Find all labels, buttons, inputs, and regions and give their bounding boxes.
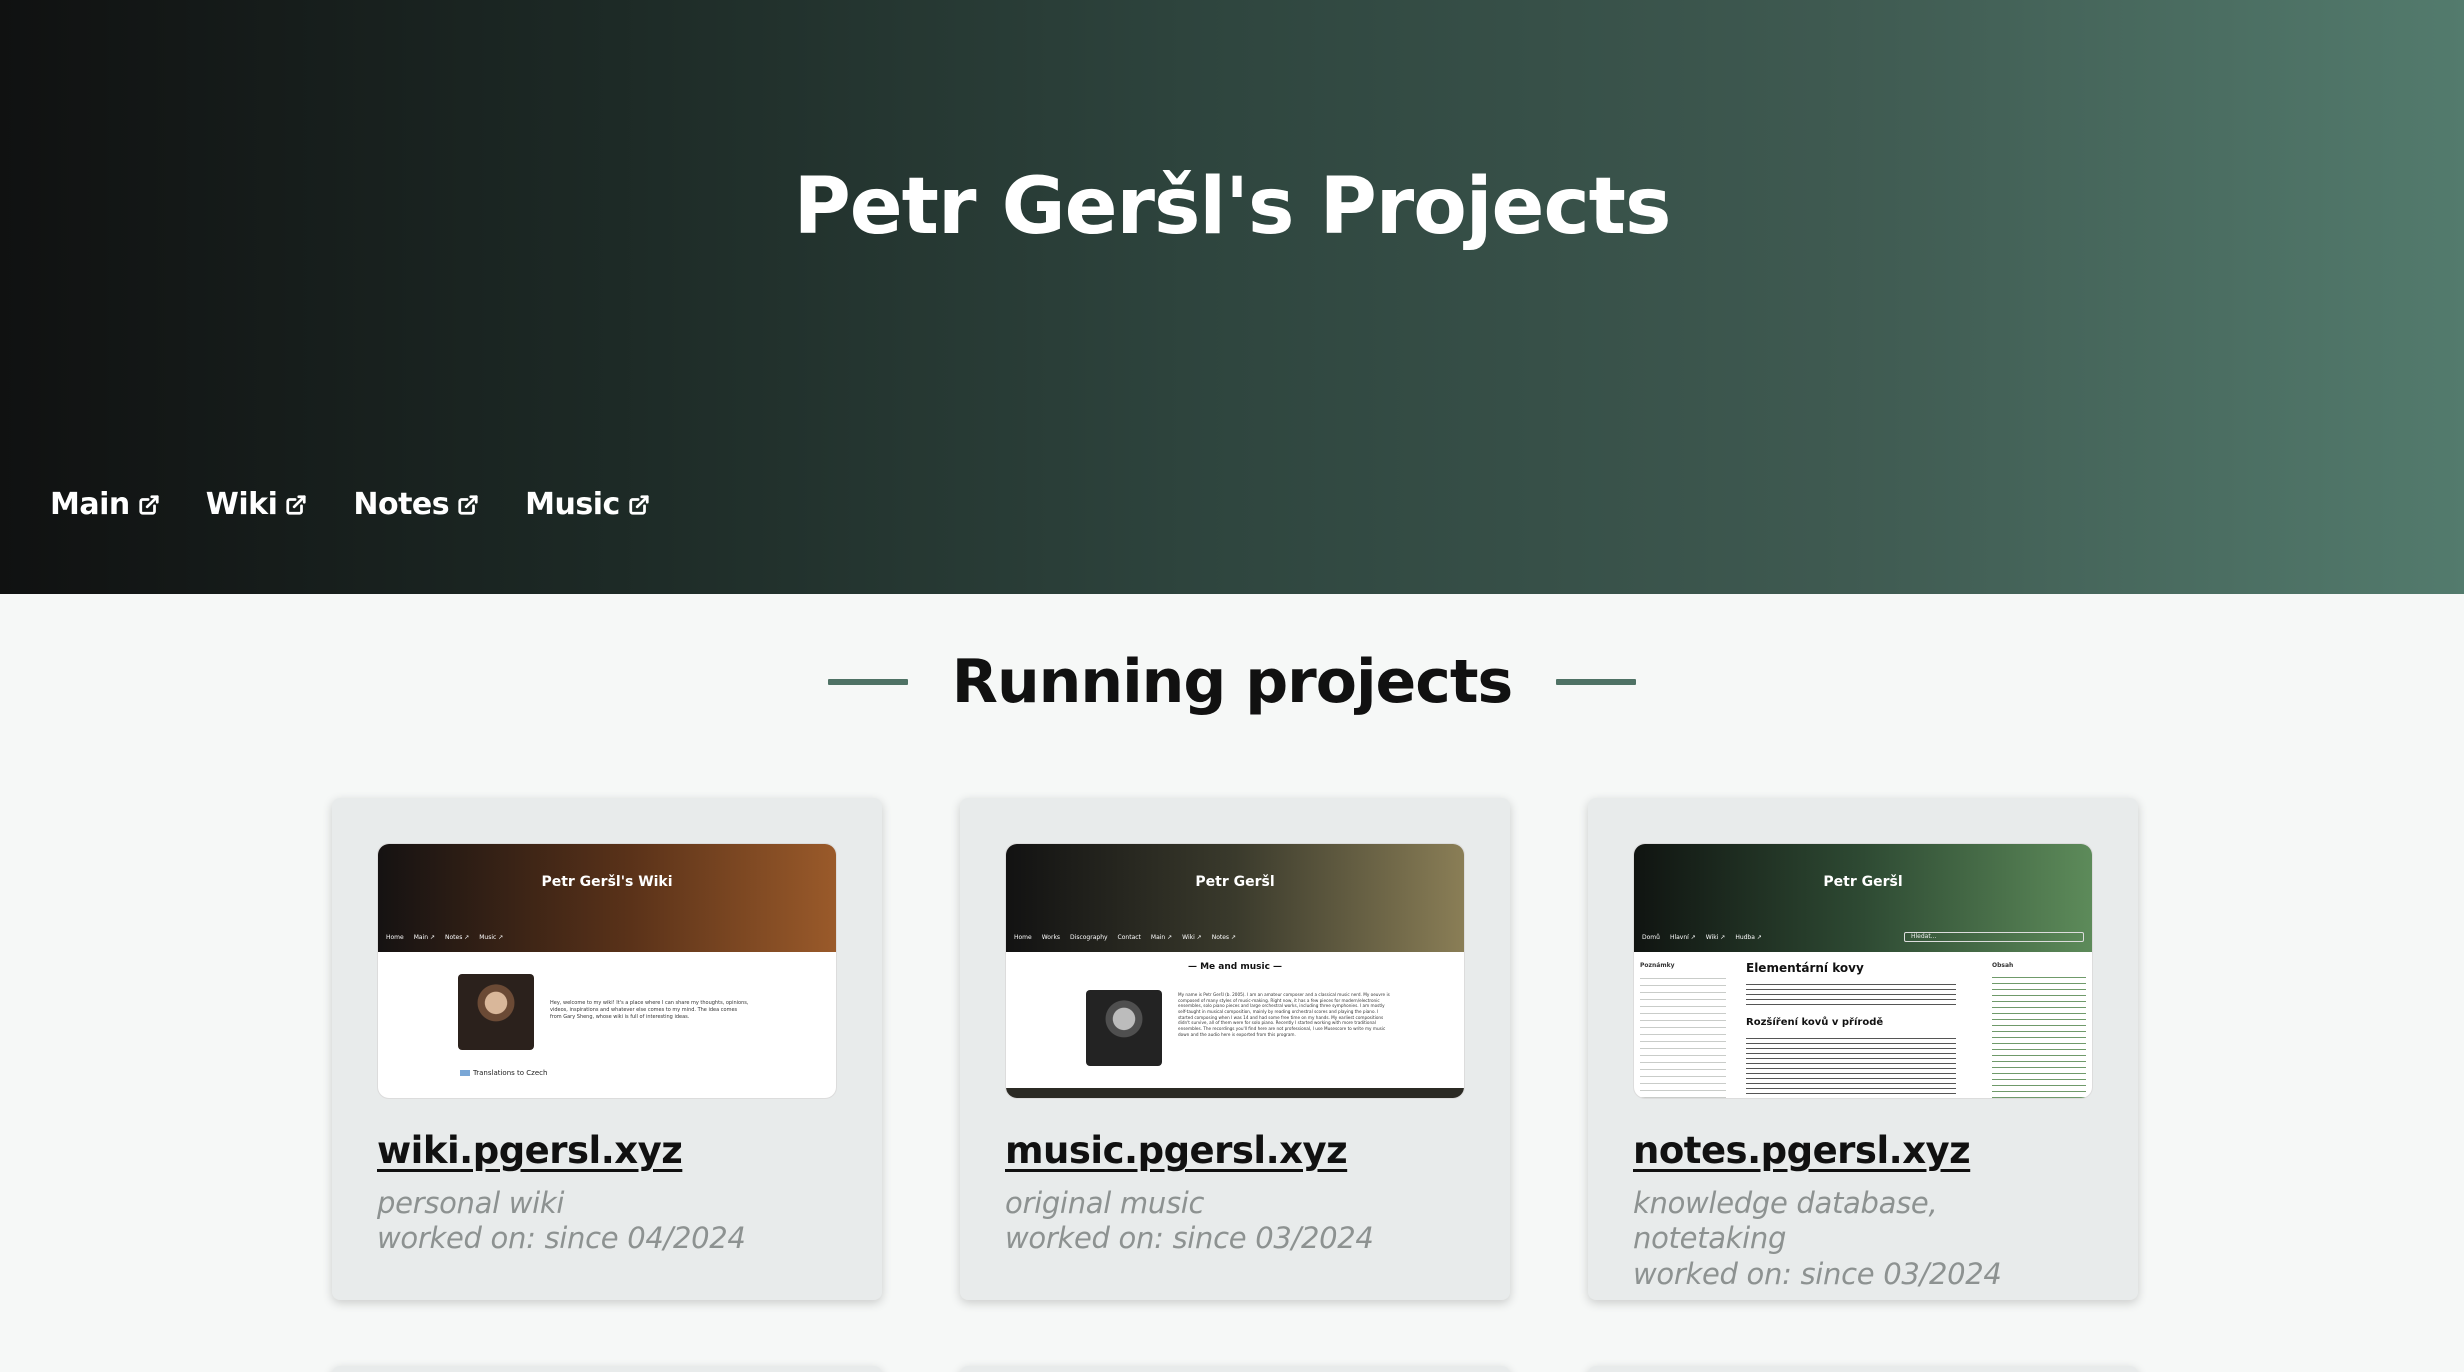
project-dates: worked on: since 03/2024 (1005, 1221, 1374, 1256)
preview-nav: Home Works Discography Contact Main ↗ Wi… (1014, 934, 1236, 941)
flag-icon (460, 1070, 470, 1076)
preview-nav: Domů Hlavní ↗ Wiki ↗ Hudba ↗ (1642, 934, 1762, 941)
preview-nav-item: Hlavní ↗ (1669, 934, 1696, 941)
preview-nav: Home Main ↗ Notes ↗ Music ↗ (386, 934, 503, 941)
preview-footer (1006, 1088, 1464, 1098)
preview-nav-item: Domů (1642, 934, 1660, 941)
preview-nav-item: Main ↗ (413, 934, 435, 941)
preview-nav-item: Notes ↗ (444, 934, 470, 941)
project-description: original music worked on: since 03/2024 (1005, 1186, 1465, 1257)
preview-portrait (458, 974, 534, 1050)
project-dates: worked on: since 03/2024 (1633, 1256, 2002, 1291)
preview-portrait (1086, 990, 1162, 1066)
project-cards: Petr Geršl's Wiki Home Main ↗ Notes ↗ Mu… (332, 798, 2140, 1300)
project-link[interactable]: music.pgersl.xyz (1005, 1129, 1465, 1172)
preview-nav-item: Home (386, 934, 404, 941)
nav-link-wiki[interactable]: Wiki (206, 490, 308, 520)
project-preview-image[interactable]: Petr Geršl's Wiki Home Main ↗ Notes ↗ Mu… (377, 843, 837, 1099)
project-dates: worked on: since 04/2024 (377, 1221, 746, 1256)
preview-nav-item: Wiki ↗ (1705, 934, 1726, 941)
nav-link-label: Main (50, 487, 130, 522)
project-preview-image[interactable]: Petr Geršl Domů Hlavní ↗ Wiki ↗ Hudba ↗ … (1633, 843, 2093, 1099)
heading-divider-left (827, 679, 908, 685)
project-description: personal wiki worked on: since 04/2024 (377, 1186, 837, 1257)
preview-text: Hey, welcome to my wiki! It's a place wh… (550, 1000, 749, 1020)
project-link[interactable]: notes.pgersl.xyz (1633, 1129, 2093, 1172)
external-link-icon (457, 494, 479, 516)
project-description: knowledge database, notetaking worked on… (1633, 1186, 2093, 1292)
project-link[interactable]: wiki.pgersl.xyz (377, 1129, 837, 1172)
nav-link-label: Music (525, 487, 620, 522)
project-preview-image[interactable]: Petr Geršl Home Works Discography Contac… (1005, 843, 1465, 1099)
section-heading: Running projects (0, 652, 2464, 712)
project-card (332, 1366, 882, 1372)
external-link-icon (138, 494, 160, 516)
project-summary: original music (1005, 1186, 1205, 1220)
preview-nav-item: Hudba ↗ (1735, 934, 1762, 941)
project-card-music: Petr Geršl Home Works Discography Contac… (960, 798, 1510, 1300)
preview-search-input: Hledat... (1904, 932, 2084, 942)
project-card-wiki: Petr Geršl's Wiki Home Main ↗ Notes ↗ Mu… (332, 798, 882, 1300)
preview-badge: Translations to Czech (460, 1069, 547, 1077)
nav-link-notes[interactable]: Notes (353, 490, 479, 520)
external-link-icon (628, 494, 650, 516)
external-link-icon (285, 494, 307, 516)
preview-title: Petr Geršl (1195, 874, 1275, 890)
project-summary: knowledge database, notetaking (1633, 1186, 1938, 1256)
project-card (960, 1366, 1510, 1372)
preview-nav-item: Main ↗ (1150, 934, 1173, 941)
preview-body-lines (1746, 980, 1956, 1008)
preview-toc (1992, 972, 2086, 1098)
preview-subtitle: — Me and music — (1187, 962, 1283, 972)
preview-toc-title: Obsah (1992, 962, 2014, 969)
preview-badge-label: Translations to Czech (473, 1069, 548, 1077)
preview-subtitle-label: Me and music (1200, 962, 1270, 972)
preview-nav-item: Home (1014, 934, 1032, 941)
preview-title: Petr Geršl's Wiki (541, 874, 673, 890)
page-header: Petr Geršl's Projects Main Wiki Notes Mu… (0, 0, 2464, 594)
preview-nav-item: Music ↗ (479, 934, 504, 941)
nav-link-label: Wiki (205, 487, 278, 522)
nav-link-music[interactable]: Music (525, 490, 650, 520)
preview-nav-item: Wiki ↗ (1182, 934, 1202, 941)
preview-heading: Elementární kovy (1746, 961, 1864, 975)
preview-nav-item: Contact (1117, 934, 1141, 941)
section-title: Running projects (951, 647, 1513, 717)
project-card-notes: Petr Geršl Domů Hlavní ↗ Wiki ↗ Hudba ↗ … (1588, 798, 2138, 1300)
heading-divider-right (1556, 679, 1637, 685)
project-card (1588, 1366, 2138, 1372)
nav-link-label: Notes (353, 487, 450, 522)
preview-nav-item: Notes ↗ (1211, 934, 1236, 941)
project-cards-next-row (332, 1366, 2140, 1372)
preview-sidebar-title: Poznámky (1640, 962, 1675, 969)
page-title: Petr Geršl's Projects (793, 162, 1672, 252)
preview-text: My name is Petr Geršl (b. 2005). I am an… (1178, 992, 1390, 1037)
preview-nav-item: Discography (1070, 934, 1108, 941)
preview-nav-item: Works (1041, 934, 1061, 941)
main-nav: Main Wiki Notes Music (50, 490, 650, 520)
nav-link-main[interactable]: Main (50, 490, 160, 520)
project-summary: personal wiki (377, 1186, 565, 1220)
preview-subheading: Rozšíření kovů v přírodě (1746, 1017, 1884, 1028)
preview-title: Petr Geršl (1823, 874, 1903, 890)
preview-body-lines (1746, 1034, 1956, 1098)
preview-sidebar (1640, 972, 1726, 1098)
